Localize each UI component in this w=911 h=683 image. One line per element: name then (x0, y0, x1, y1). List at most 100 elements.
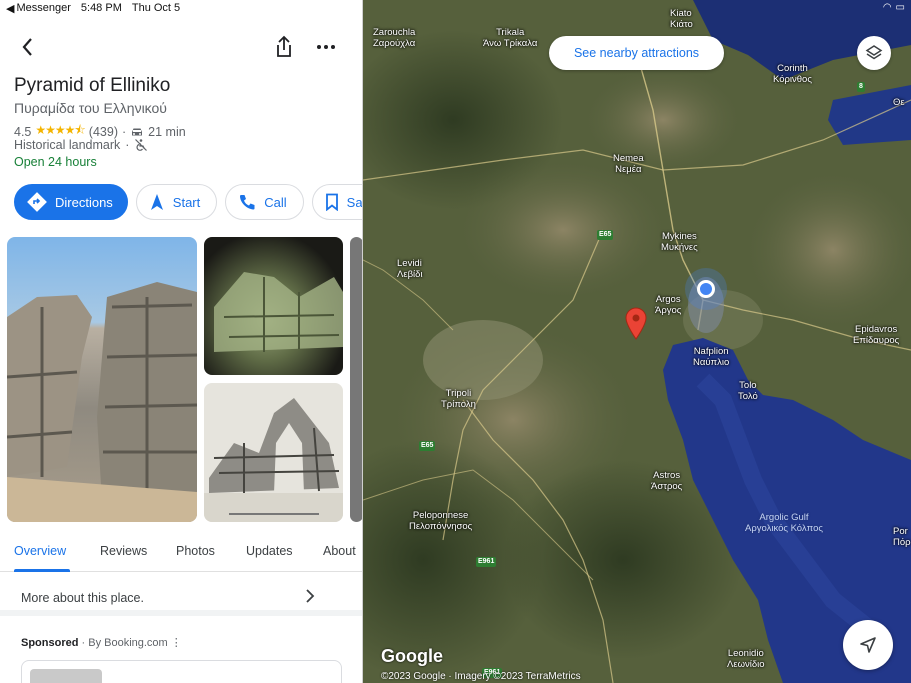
more-about-row[interactable]: More about this place. (0, 580, 362, 616)
place-category: Historical landmark (14, 138, 121, 152)
place-local-name: Λεβίδι (397, 269, 423, 280)
place-label-tripoli[interactable]: Tripoli Τρίπολη (441, 388, 476, 410)
tab-overview[interactable]: Overview (14, 544, 66, 558)
see-nearby-attractions-button[interactable]: See nearby attractions (549, 36, 724, 70)
place-label-corinth[interactable]: Corinth Κόρινθος (773, 63, 812, 85)
tab-updates[interactable]: Updates (246, 544, 293, 558)
status-date: Thu Oct 5 (131, 2, 181, 14)
place-name: Θε (893, 97, 905, 108)
road-shield: E65 (597, 230, 614, 240)
call-button[interactable]: Call (225, 184, 304, 220)
place-local-name: Άνω Τρίκαλα (483, 38, 538, 49)
location-pin-icon[interactable] (624, 306, 648, 340)
place-label-zarouchla[interactable]: Zarouchla Ζαρούχλα (373, 27, 415, 49)
separator-dot: · (121, 124, 127, 139)
place-label-cut-right[interactable]: Θε (893, 97, 905, 108)
photo-engraving[interactable] (204, 383, 343, 522)
status-bar: ◀ Messenger 5:48 PM Thu Oct 5 (6, 2, 180, 15)
photo-next-peek[interactable] (350, 237, 362, 522)
top-nav (14, 34, 348, 60)
satellite-map[interactable]: ◠ ▭ See nearby attractions Zarouchla Ζαρο… (363, 0, 911, 683)
place-label-kiato[interactable]: Kiato Κιάτο (670, 8, 693, 30)
place-label-epidavros[interactable]: Epidavros Επίδαυρος (853, 324, 899, 346)
rating-value: 4.5 (14, 124, 32, 139)
category-row: Historical landmark · (14, 138, 148, 152)
place-name: Nemea (613, 153, 644, 164)
save-button[interactable]: Sa (311, 184, 362, 220)
my-location-button[interactable] (843, 620, 893, 670)
place-name: Levidi (397, 258, 422, 269)
road-shield: E961 (476, 557, 497, 567)
directions-button[interactable]: Directions (14, 184, 128, 220)
photo-night-ruins[interactable] (204, 237, 343, 375)
place-name: Zarouchla (373, 27, 416, 38)
place-name: Tripoli (445, 388, 472, 399)
tab-photos[interactable]: Photos (176, 544, 215, 558)
status-time: 5:48 PM (80, 2, 122, 14)
place-name: Argolic Gulf (759, 512, 809, 523)
photo-stone-gate[interactable] (7, 237, 197, 522)
place-name: Astros (653, 470, 681, 481)
review-count: (439) (88, 124, 118, 139)
place-label-trikala[interactable]: Trikala Άνω Τρίκαλα (483, 27, 537, 49)
back-triangle-icon: ◀ (6, 3, 15, 15)
place-label-argolic-gulf[interactable]: Argolic Gulf Αργολικός Κόλπος (745, 512, 823, 534)
place-label-leonidio[interactable]: Leonidio Λεωνίδιο (727, 648, 765, 670)
back-app-label: Messenger (16, 2, 71, 14)
photo-gallery (7, 237, 362, 522)
terrain-imagery (363, 0, 911, 683)
place-local-name: Πελοπόννησος (409, 521, 473, 532)
place-label-poros[interactable]: Por Πόρ (893, 526, 911, 548)
directions-label: Directions (55, 194, 113, 210)
tab-about[interactable]: About (323, 544, 356, 558)
chevron-right-icon (306, 589, 315, 603)
road-shield: E65 (419, 441, 436, 451)
place-label-astros[interactable]: Astros Άστρος (651, 470, 682, 492)
start-button[interactable]: Start (135, 184, 218, 220)
more-options-button[interactable] (314, 34, 338, 60)
map-status-icons: ◠ ▭ (883, 2, 905, 13)
google-logo: Google (381, 646, 443, 666)
place-label-levidi[interactable]: Levidi Λεβίδι (397, 258, 423, 280)
place-local-name: Ζαρούχλα (373, 38, 416, 49)
share-button[interactable] (274, 34, 294, 60)
place-label-nemea[interactable]: Nemea Νεμέα (613, 153, 644, 175)
place-label-peloponnese[interactable]: Peloponnese Πελοπόννησος (409, 510, 472, 532)
no-wheelchair-icon (135, 139, 148, 151)
engraving-photo (204, 398, 343, 522)
place-local-name: Μυκήνες (661, 242, 698, 253)
place-label-tolo[interactable]: Tolo Τολό (738, 380, 758, 402)
stone-gate-photo (7, 282, 197, 522)
place-panel: ◀ Messenger 5:48 PM Thu Oct 5 Pyramid of… (0, 0, 363, 683)
start-label: Start (172, 194, 201, 210)
layers-button[interactable] (857, 36, 891, 70)
navigation-icon (860, 637, 876, 653)
tab-reviews[interactable]: Reviews (100, 544, 147, 558)
place-local-name: Επίδαυρος (853, 335, 900, 346)
sponsored-card[interactable] (21, 660, 342, 683)
place-local-name: Πυραμίδα του Ελληνικού (14, 100, 167, 116)
layers-icon (865, 45, 883, 60)
place-label-argos[interactable]: Argos Άργος (655, 294, 681, 316)
info-icon[interactable]: ⋮ (171, 637, 182, 649)
active-tab-indicator (14, 569, 70, 572)
place-name: Trikala (496, 27, 525, 38)
place-local-name: Νεμέα (615, 164, 642, 175)
back-to-app-link[interactable]: ◀ Messenger (6, 2, 71, 15)
place-label-mykines[interactable]: Mykines Μυκήνες (661, 231, 698, 253)
map-attribution[interactable]: ©2023 Google · Imagery ©2023 TerraMetric… (381, 671, 581, 682)
separator-dot: · (125, 138, 130, 152)
battery-icon: ▭ (895, 2, 905, 13)
place-name: Epidavros (855, 324, 898, 335)
call-label: Call (264, 194, 287, 210)
place-label-nafplion[interactable]: Nafplion Ναύπλιο (693, 346, 729, 368)
night-ruins-photo (214, 272, 343, 352)
more-dots-icon (317, 45, 335, 49)
open-hours: Open 24 hours (14, 155, 97, 169)
place-name: Tolo (739, 380, 757, 391)
place-local-name: Λεωνίδιο (727, 659, 765, 670)
place-local-name: Κιάτο (670, 19, 693, 30)
back-button[interactable] (18, 34, 38, 60)
wifi-icon: ◠ (882, 2, 892, 13)
sponsored-header: Sponsored · By Booking.com ⋮ (21, 636, 182, 649)
